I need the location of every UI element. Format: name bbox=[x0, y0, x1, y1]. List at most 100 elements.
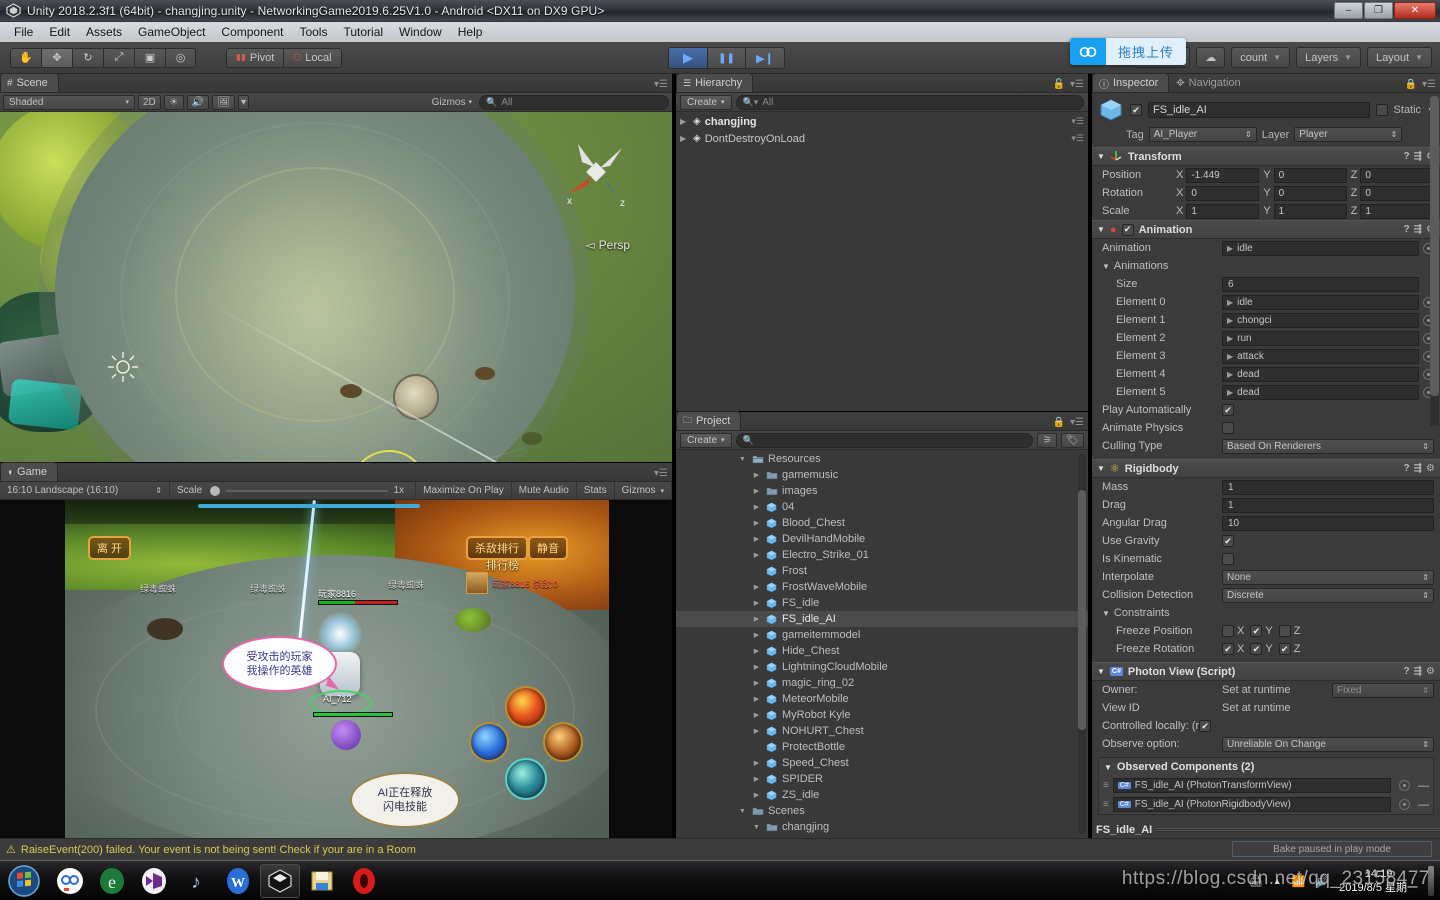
panel-menu-icon[interactable]: ▾☰ bbox=[654, 468, 668, 479]
component-header-actions[interactable]: ? ⇶ ⚙ bbox=[1404, 666, 1435, 677]
list-item[interactable]: ▶ FrostWaveMobile bbox=[676, 579, 1088, 595]
list-item[interactable]: ▶ DevilHandMobile bbox=[676, 531, 1088, 547]
remove-component-icon[interactable]: — bbox=[1418, 780, 1429, 792]
list-item[interactable]: ▼ Resources bbox=[676, 451, 1088, 467]
play-button[interactable]: ▶ bbox=[668, 47, 707, 69]
photonview-component-header[interactable]: ▼ C# Photon View (Script) ? ⇶ ⚙ bbox=[1092, 662, 1440, 681]
panel-menu-icon[interactable]: ▾☰ bbox=[1071, 116, 1084, 127]
lock-icon[interactable]: 🔓 bbox=[1053, 79, 1065, 90]
skill-button-bomb[interactable] bbox=[505, 758, 547, 800]
leave-button[interactable]: 离 开 bbox=[88, 536, 132, 560]
animation-element-object-field[interactable]: ▶ dead bbox=[1222, 384, 1419, 400]
panel-menu-icon[interactable]: ▾☰ bbox=[1070, 417, 1084, 428]
project-tree[interactable]: ▼ Resources ▶ gamemusic ▶ images ▶ 04 ▶ Blood_Che… bbox=[676, 451, 1088, 838]
taskbar-app-visual-studio[interactable] bbox=[134, 864, 174, 898]
list-item[interactable]: ▶ 04 bbox=[676, 499, 1088, 515]
transform-scale-z-input[interactable]: 1 bbox=[1360, 203, 1434, 219]
chevron-right-icon[interactable]: ▶ bbox=[680, 117, 689, 126]
image-icon[interactable]: 🖼 bbox=[212, 94, 235, 110]
collision-detection-dropdown[interactable]: Discrete ⇕ bbox=[1222, 587, 1434, 603]
taskbar-app-browser-cloud[interactable] bbox=[50, 864, 90, 898]
chevron-down-icon[interactable]: ▼ bbox=[1097, 225, 1105, 234]
object-picker-icon[interactable] bbox=[1399, 799, 1410, 810]
list-item[interactable]: ▶ MeteorMobile bbox=[676, 691, 1088, 707]
inspector-scrollbar-thumb[interactable] bbox=[1430, 96, 1439, 396]
inspector-scrollbar[interactable] bbox=[1430, 96, 1439, 426]
pivot-toggle[interactable]: ▮▮ Pivot bbox=[226, 47, 284, 68]
tray-network-icon[interactable]: 📶 bbox=[1292, 875, 1306, 888]
panel-menu-icon[interactable]: ▾☰ bbox=[1071, 133, 1084, 144]
taskbar-app-explorer[interactable] bbox=[302, 864, 342, 898]
transform-rotation-z-input[interactable]: 0 bbox=[1360, 185, 1434, 201]
hierarchy-tree[interactable]: ▶ ◈ changjing ▾☰ ▶ ◈ DontDestroyOnLoad ▾… bbox=[676, 113, 1088, 411]
observe-option-dropdown[interactable]: Unreliable On Change ⇕ bbox=[1222, 736, 1434, 752]
speaker-icon[interactable]: 🔊 bbox=[186, 94, 210, 110]
list-item[interactable]: ▶ Electro_Strike_01 bbox=[676, 547, 1088, 563]
skill-button-dash[interactable] bbox=[543, 722, 583, 762]
transform-tool-icon[interactable]: ◎ bbox=[165, 47, 196, 68]
culling-type-dropdown[interactable]: Based On Renderers ⇕ bbox=[1222, 438, 1434, 454]
freeze-position-z-checkbox[interactable] bbox=[1278, 625, 1291, 637]
list-item[interactable]: ▶ images bbox=[676, 483, 1088, 499]
aspect-dropdown[interactable]: 16:10 Landscape (16:10) ⇕ bbox=[0, 481, 170, 500]
tab-project[interactable]: 🗀 Project bbox=[676, 411, 742, 430]
static-checkbox[interactable] bbox=[1375, 104, 1388, 116]
menu-edit[interactable]: Edit bbox=[41, 23, 78, 41]
owner-dropdown[interactable]: Fixed ⇕ bbox=[1332, 682, 1434, 698]
freeze-position-x-checkbox[interactable] bbox=[1222, 625, 1234, 637]
play-automatically-checkbox[interactable]: ✔ bbox=[1222, 404, 1234, 416]
project-create-button[interactable]: Create ▾ bbox=[680, 432, 732, 448]
game-canvas[interactable]: 绿毒蜘蛛 绿毒蜘蛛 绿毒蜘蛛 玩家8816 AI_712 受攻击的玩家 我操作的英… bbox=[0, 500, 672, 838]
list-item[interactable]: ▶ NOHURT_Chest bbox=[676, 723, 1088, 739]
preset-icon[interactable]: ⇶ bbox=[1414, 666, 1422, 677]
filter-by-type-icon[interactable]: ⚞ bbox=[1037, 432, 1058, 448]
taskbar-app-recorder[interactable] bbox=[344, 864, 384, 898]
status-bar[interactable]: ⚠ RaiseEvent(200) failed. Your event is … bbox=[0, 838, 1440, 860]
remove-component-icon[interactable]: — bbox=[1418, 799, 1429, 811]
tag-dropdown[interactable]: AI_Player ⇕ bbox=[1148, 127, 1257, 142]
transform-scale-x-input[interactable]: 1 bbox=[1186, 203, 1260, 219]
menu-gameobject[interactable]: GameObject bbox=[130, 23, 213, 41]
chevron-right-icon[interactable]: ▶ bbox=[752, 791, 761, 799]
constraints-foldout-row[interactable]: ▼ Constraints bbox=[1092, 604, 1440, 622]
chevron-right-icon[interactable]: ▶ bbox=[752, 551, 761, 559]
drag-handle-icon[interactable]: ≡ bbox=[1103, 780, 1109, 791]
help-icon[interactable]: ? bbox=[1404, 463, 1410, 474]
animation-element-object-field[interactable]: ▶ attack bbox=[1222, 348, 1419, 364]
minimize-button[interactable]: – bbox=[1334, 2, 1363, 19]
drag-upload-chip[interactable]: 拖拽上传 bbox=[1070, 38, 1187, 65]
filter-by-label-icon[interactable]: 🏷 bbox=[1061, 432, 1084, 448]
list-item[interactable]: ▶ magic_ring_02 bbox=[676, 675, 1088, 691]
chevron-right-icon[interactable]: ▶ bbox=[752, 711, 761, 719]
list-item[interactable]: ▶ ZS_idle bbox=[676, 787, 1088, 803]
help-icon[interactable]: ? bbox=[1404, 224, 1410, 235]
chevron-right-icon[interactable]: ▶ bbox=[752, 663, 761, 671]
show-desktop-button[interactable] bbox=[1428, 866, 1434, 896]
chevron-right-icon[interactable]: ▶ bbox=[752, 535, 761, 543]
taskbar-app-word[interactable]: W bbox=[218, 864, 258, 898]
list-item[interactable]: ▶ FS_idle_AI bbox=[676, 611, 1088, 627]
animations-foldout-row[interactable]: ▼ Animations bbox=[1092, 257, 1440, 275]
animation-enabled-checkbox[interactable]: ✔ bbox=[1121, 223, 1134, 236]
chevron-down-icon[interactable]: ▼ bbox=[1097, 152, 1105, 161]
list-item[interactable]: ▶ gamemusic bbox=[676, 467, 1088, 483]
tab-scene[interactable]: # Scene bbox=[0, 73, 59, 92]
transform-rotation-y-input[interactable]: 0 bbox=[1273, 185, 1347, 201]
tray-volume-icon[interactable]: 🔊 bbox=[1315, 875, 1329, 888]
layer-dropdown[interactable]: Player ⇕ bbox=[1294, 127, 1403, 142]
chevron-down-icon[interactable]: ▼ bbox=[1104, 763, 1112, 772]
fx-dropdown-icon[interactable]: ▾ bbox=[237, 94, 249, 110]
sun-icon[interactable]: ☀ bbox=[163, 94, 184, 110]
skill-button-fire[interactable] bbox=[505, 686, 547, 728]
lock-icon[interactable]: 🔒 bbox=[1053, 417, 1065, 428]
menu-component[interactable]: Component bbox=[213, 23, 291, 41]
project-scrollbar-thumb[interactable] bbox=[1078, 490, 1086, 730]
chevron-down-icon[interactable]: ▼ bbox=[738, 808, 747, 815]
rotate-tool-icon[interactable]: ↻ bbox=[72, 47, 103, 68]
animation-element-object-field[interactable]: ▶ chongci bbox=[1222, 312, 1419, 328]
list-item[interactable]: ▶ Speed_Chest bbox=[676, 755, 1088, 771]
interpolate-dropdown[interactable]: None ⇕ bbox=[1222, 569, 1434, 585]
help-icon[interactable]: ? bbox=[1404, 666, 1410, 677]
menu-window[interactable]: Window bbox=[391, 23, 450, 41]
hand-tool-icon[interactable]: ✋ bbox=[10, 47, 41, 68]
